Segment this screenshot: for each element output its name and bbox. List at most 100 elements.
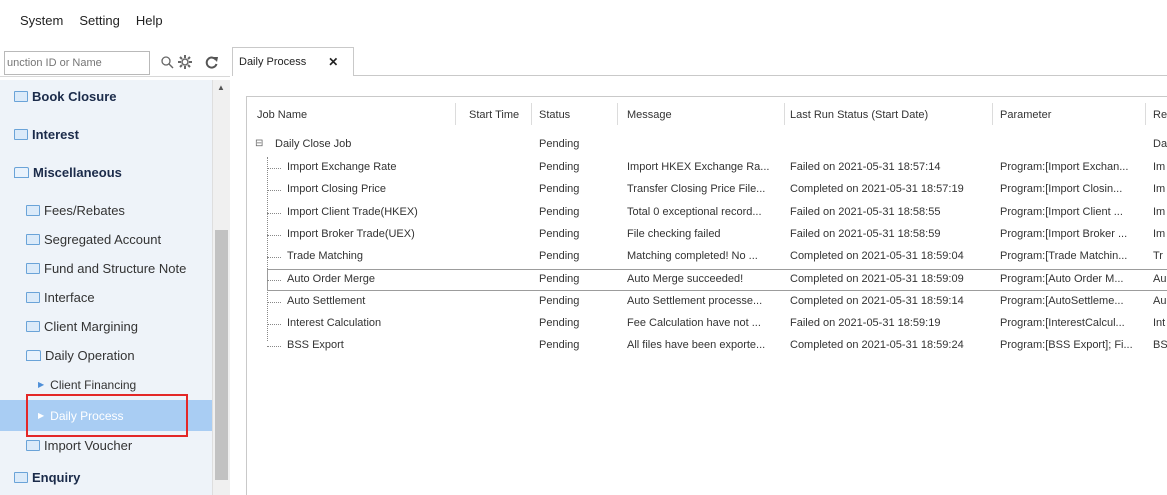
module-icon [26,263,40,274]
job-last-run-status: Failed on 2021-05-31 18:57:14 [790,161,941,173]
menu-system[interactable]: System [20,13,63,28]
job-status: Pending [539,272,580,285]
module-icon [14,91,28,102]
job-last-run-status: Completed on 2021-05-31 18:59:09 [790,272,964,285]
refresh-icon[interactable] [202,53,220,71]
job-last-run-status: Completed on 2021-05-31 18:59:14 [790,294,964,307]
tree-item-interface[interactable]: Interface [0,283,212,312]
job-name[interactable]: Interest Calculation [287,317,447,329]
tree-connector [267,301,281,303]
close-icon[interactable]: ✕ [328,55,338,69]
job-last-run-status: Completed on 2021-05-31 18:59:24 [790,339,964,352]
job-last-run-status: Failed on 2021-05-31 18:59:19 [790,317,941,330]
job-name[interactable]: Import Closing Price [287,183,447,195]
tree-connector [267,234,281,236]
job-remark: Im [1153,161,1166,173]
column-header-start-time[interactable]: Start Time [469,109,519,121]
job-remark: Im [1153,183,1166,196]
job-group-status: Pending [539,138,580,150]
job-name[interactable]: Trade Matching [287,250,447,262]
job-remark: Im [1153,205,1166,218]
tree-connector [267,257,281,259]
job-remark: Au [1153,272,1167,285]
menu-help[interactable]: Help [136,13,163,28]
job-status: Pending [539,205,580,218]
tree-item-enquiry[interactable]: Enquiry [0,463,212,492]
column-separator [455,103,456,125]
column-separator [617,103,618,125]
tree-item-miscellaneous[interactable]: Miscellaneous [0,158,212,187]
tree-item-interest[interactable]: Interest [0,120,212,149]
job-status: Pending [539,339,580,352]
gear-icon[interactable] [176,53,194,71]
job-message: Total 0 exceptional record... [627,205,762,218]
column-separator [1145,103,1146,125]
job-message: Import HKEX Exchange Ra... [627,161,770,173]
job-name[interactable]: Import Exchange Rate [287,161,447,173]
highlight-annotation [26,394,188,437]
job-status: Pending [539,317,580,330]
job-group-remark: Da [1153,138,1167,150]
job-last-run-status: Completed on 2021-05-31 18:59:04 [790,250,964,263]
tree-connector [267,346,281,348]
job-remark: BS [1153,339,1167,352]
tree-item-client-margining[interactable]: Client Margining [0,312,212,341]
job-message: Auto Merge succeeded! [627,272,744,285]
tree-item-segregated-account[interactable]: Segregated Account [0,225,212,254]
tree-connector [267,190,281,192]
job-parameter: Program:[Auto Order M... [1000,272,1124,285]
column-separator [992,103,993,125]
job-message: Transfer Closing Price File... [627,183,766,196]
scrollbar-thumb[interactable] [215,230,228,480]
job-message: Fee Calculation have not ... [627,317,761,330]
job-status: Pending [539,161,580,173]
job-last-run-status: Failed on 2021-05-31 18:58:59 [790,227,941,240]
module-icon [26,321,40,332]
menu-bar: System Setting Help [0,0,1167,40]
tree-connector [267,157,268,341]
module-icon [26,234,40,245]
job-parameter: Program:[BSS Export]; Fi... [1000,339,1133,352]
job-status: Pending [539,183,580,196]
job-parameter: Program:[Trade Matchin... [1000,250,1128,263]
job-name[interactable]: Auto Settlement [287,295,447,307]
column-separator [784,103,785,125]
job-name[interactable]: Auto Order Merge [287,273,447,285]
left-panel: Book Closure Interest Miscellaneous Fees… [0,44,230,495]
tree-scrollbar[interactable]: ▲ [212,80,230,495]
column-header-last-run-status[interactable]: Last Run Status (Start Date) [790,109,928,121]
folder-icon [14,167,29,178]
column-header-parameter[interactable]: Parameter [1000,109,1051,121]
scroll-up-icon[interactable]: ▲ [217,83,225,92]
column-header-status[interactable]: Status [539,109,570,121]
column-separator [531,103,532,125]
job-name[interactable]: Import Broker Trade(UEX) [287,228,447,240]
search-input[interactable] [4,51,150,75]
column-header-message[interactable]: Message [627,109,672,121]
tab-daily-process[interactable]: Daily Process ✕ [232,47,354,76]
tab-strip: Daily Process ✕ [232,47,1167,76]
job-parameter: Program:[AutoSettleme... [1000,294,1124,307]
job-parameter: Program:[Import Closin... [1000,183,1123,196]
column-header-job-name[interactable]: Job Name [257,109,307,121]
job-name[interactable]: Import Client Trade(HKEX) [287,206,447,218]
search-icon[interactable] [158,53,176,71]
job-parameter: Program:[Import Client ... [1000,205,1123,218]
job-parameter: Program:[InterestCalcul... [1000,317,1125,330]
job-last-run-status: Failed on 2021-05-31 18:58:55 [790,205,941,218]
column-header-remark[interactable]: Re [1153,109,1167,121]
menu-setting[interactable]: Setting [79,13,119,28]
job-name[interactable]: BSS Export [287,339,447,351]
job-status: Pending [539,294,580,307]
tree-connector [267,279,281,281]
tree-item-daily-operation[interactable]: Daily Operation [0,341,212,370]
tree-item-book-closure[interactable]: Book Closure [0,82,212,111]
collapse-icon[interactable]: ⊟ [255,138,263,149]
job-remark: Im [1153,227,1166,240]
tree-item-fund-structure-note[interactable]: Fund and Structure Note [0,254,212,283]
module-icon [14,129,28,140]
tree-item-fees-rebates[interactable]: Fees/Rebates [0,196,212,225]
job-group-name: Daily Close Job [275,138,352,150]
job-status: Pending [539,250,580,263]
folder-icon [26,350,41,361]
